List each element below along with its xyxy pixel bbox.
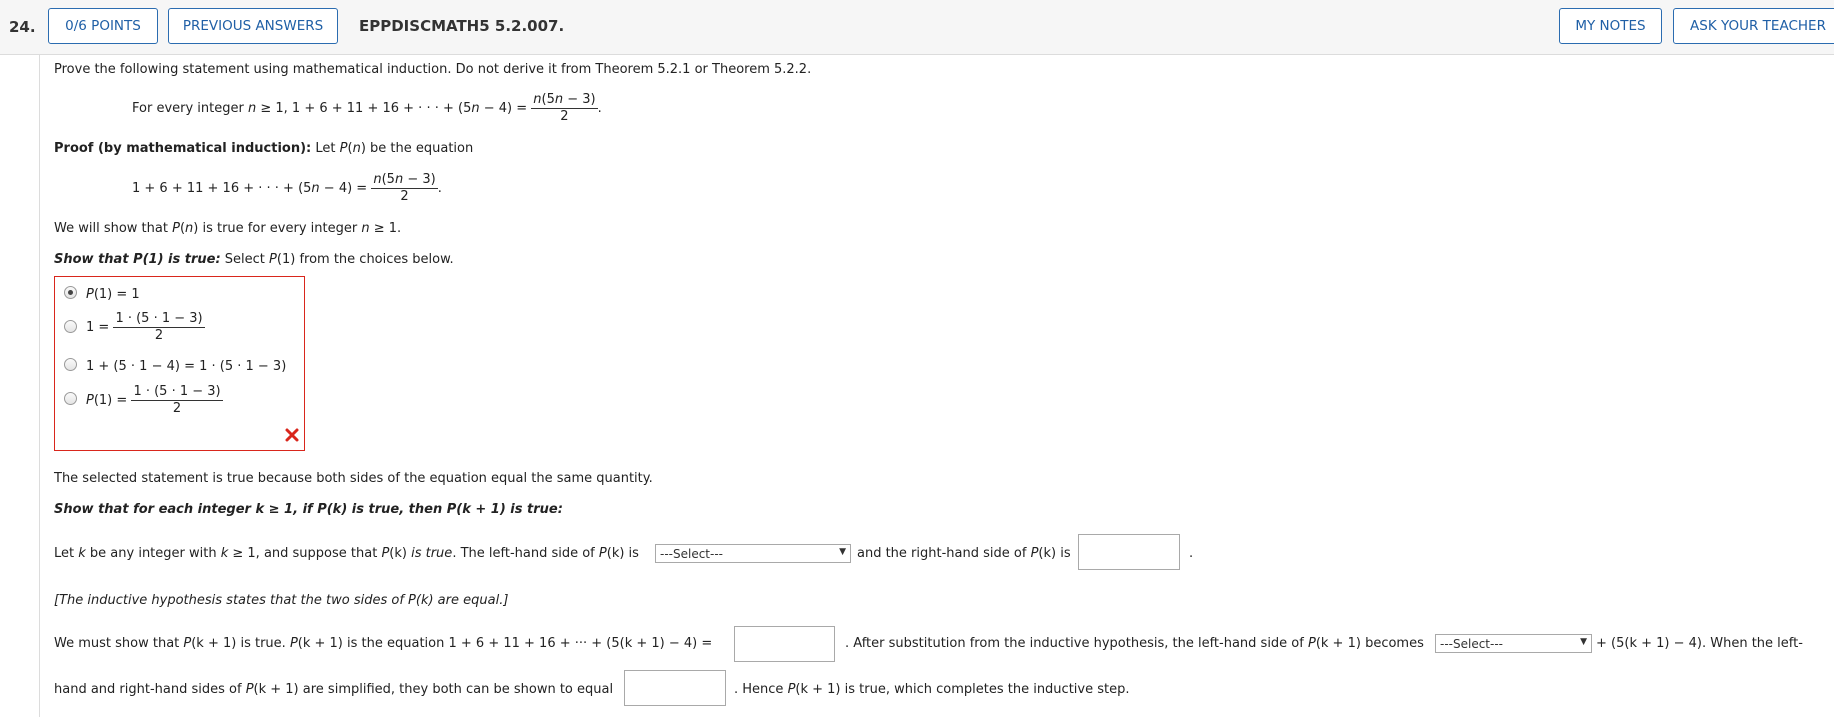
proof-equation: 1 + 6 + 11 + 16 + · · · + (5n − 4) = n(5… [132,172,442,204]
question-number: 24. [9,18,36,36]
lhs-pk-select[interactable]: ---Select--- ▼ [655,544,851,563]
points-button[interactable]: 0/6 POINTS [48,8,158,44]
previous-answers-button[interactable]: PREVIOUS ANSWERS [168,8,338,44]
choice-4-radio[interactable] [64,392,77,405]
hypothesis-text: [The inductive hypothesis states that th… [54,593,509,608]
question-code: EPPDISCMATH5 5.2.007. [359,17,565,35]
choice-3-radio[interactable] [64,358,77,371]
choice-1-radio[interactable] [64,286,77,299]
inductive-line-3: hand and right-hand sides of P(k + 1) ar… [54,682,614,697]
inductive-heading: Show that for each integer k ≥ 1, if P(k… [54,502,563,517]
proof-fraction: n(5n − 3) 2 [371,172,438,204]
base-explanation: The selected statement is true because b… [54,471,653,486]
inductive-line-1: Let k be any integer with k ≥ 1, and sup… [54,546,639,561]
incorrect-x-icon [285,428,299,442]
rhs-pk-input[interactable] [1078,534,1180,570]
inductive-line-3b: . Hence P(k + 1) is true, which complete… [734,682,1130,697]
inductive-line-1b: and the right-hand side of P(k) is [857,546,1071,561]
ask-your-teacher-button[interactable]: ASK YOUR TEACHER [1673,8,1834,44]
question-header: 24. 0/6 POINTS PREVIOUS ANSWERS EPPDISCM… [0,0,1834,55]
left-rule [39,55,40,717]
dot-1: . [1189,546,1194,561]
statement-formula: For every integer n ≥ 1, 1 + 6 + 11 + 16… [132,92,602,124]
choice-2-radio[interactable] [64,320,77,333]
choice-4-label[interactable]: P(1) = 1 · (5 · 1 − 3) 2 [86,384,223,417]
intro-text: Prove the following statement using math… [54,62,812,77]
choice-1-label[interactable]: P(1) = 1 [86,287,140,302]
choice-2-fraction: 1 · (5 · 1 − 3) 2 [113,311,205,343]
show-all-text: We will show that P(n) is true for every… [54,221,402,236]
choice-4-fraction: 1 · (5 · 1 − 3) 2 [131,384,223,416]
my-notes-button[interactable]: MY NOTES [1559,8,1662,44]
choice-2-label[interactable]: 1 = 1 · (5 · 1 − 3) 2 [86,311,205,344]
pk1-rhs-input[interactable] [734,626,835,662]
substitution-select[interactable]: ---Select--- ▼ [1435,634,1592,653]
statement-fraction: n(5n − 3) 2 [531,92,598,124]
simplified-value-input[interactable] [624,670,726,706]
base-case-heading: Show that P(1) is true: Select P(1) from… [54,252,454,267]
inductive-line-2: We must show that P(k + 1) is true. P(k … [54,636,713,651]
proof-intro: Proof (by mathematical induction): Let P… [54,141,474,156]
inductive-line-2c: + (5(k + 1) − 4). When the left- [1596,636,1803,651]
inductive-line-2b: . After substitution from the inductive … [845,636,1424,651]
dropdown-arrow-icon: ▼ [1580,637,1587,647]
dropdown-arrow-icon: ▼ [839,547,846,557]
choice-3-label[interactable]: 1 + (5 · 1 − 4) = 1 · (5 · 1 − 3) [86,359,286,374]
